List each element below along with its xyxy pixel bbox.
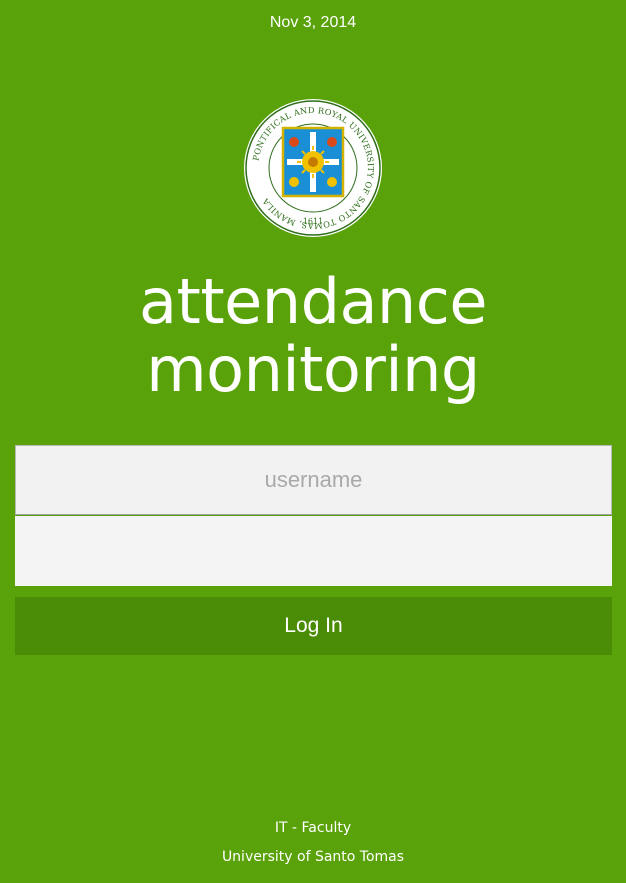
app-title-line-2: monitoring	[146, 333, 480, 406]
university-seal-icon: PONTIFICAL AND ROYAL UNIVERSITY OF SANTO…	[241, 96, 385, 240]
login-button[interactable]: Log In	[15, 597, 612, 655]
password-input[interactable]	[15, 516, 612, 586]
footer: IT - Faculty University of Santo Tomas	[0, 814, 626, 872]
current-date: Nov 3, 2014	[269, 14, 357, 31]
seal-year: 1611	[303, 217, 323, 226]
footer-university: University of Santo Tomas	[221, 849, 405, 865]
username-input[interactable]	[15, 445, 612, 515]
footer-department: IT - Faculty	[274, 820, 352, 836]
app-title: attendance monitoring	[0, 268, 626, 404]
app-title-line-1: attendance	[139, 265, 487, 338]
